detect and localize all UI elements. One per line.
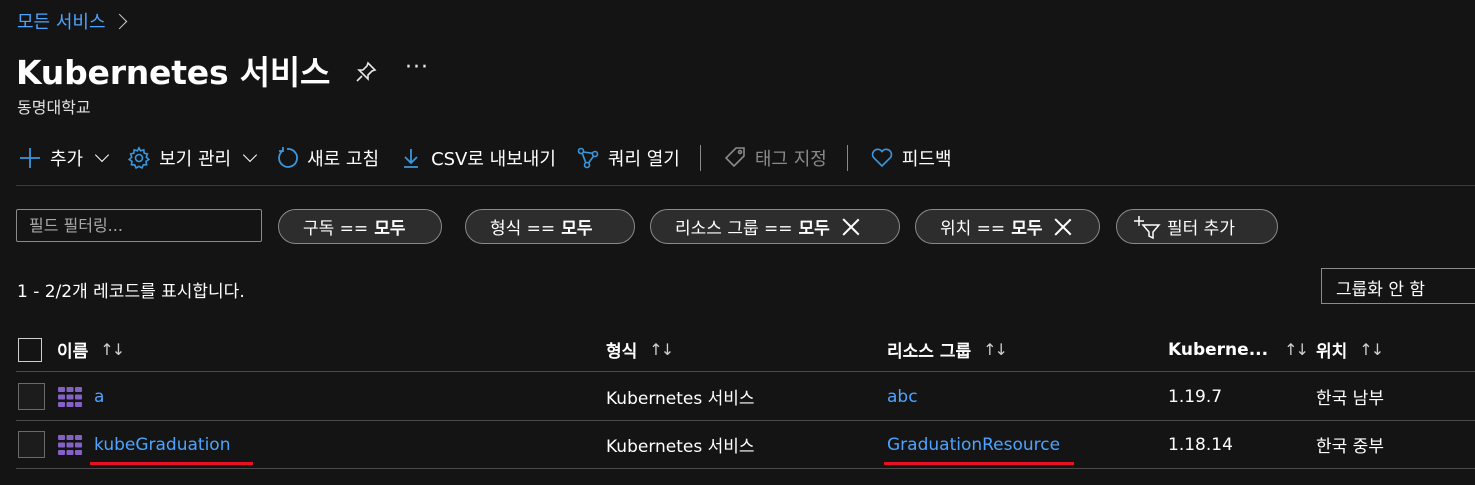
name-cell: a (56, 373, 104, 420)
gear-icon (128, 146, 151, 170)
column-header-location[interactable]: 위치 ↑↓ (1316, 328, 1384, 371)
breadcrumb: 모든 서비스 (17, 8, 127, 34)
sort-icon: ↑↓ (649, 340, 674, 359)
pin-icon[interactable] (354, 60, 378, 84)
command-bar: 추가 보기 관리 새로 고침 CSV로 내보내기 쿼리 열기 태그 지정 피드백 (18, 142, 972, 174)
close-icon[interactable] (1054, 218, 1072, 236)
resource-group-cell: GraduationResource (887, 421, 1060, 468)
row-select-cell (18, 421, 45, 468)
table-header: 이름 ↑↓ 형식 ↑↓ 리소스 그룹 ↑↓ Kuberne... ↑↓ 위치 ↑… (16, 328, 1475, 372)
filter-location-label: 위치 == (940, 219, 1006, 239)
filter-type-label: 형식 == (490, 219, 556, 239)
filter-pill-resource-group[interactable]: 리소스 그룹 == 모두 (650, 209, 900, 244)
resource-name-link[interactable]: kubeGraduation (94, 435, 230, 455)
resource-group-link[interactable]: abc (887, 387, 918, 407)
type-cell: Kubernetes 서비스 (606, 389, 755, 409)
filter-resource-group-value: 모두 (798, 219, 830, 239)
add-filter-button[interactable]: 필터 추가 (1116, 209, 1278, 244)
name-cell: kubeGraduation (56, 421, 230, 468)
filter-subscription-value: 모두 (374, 219, 406, 239)
version-cell: 1.18.14 (1168, 434, 1233, 455)
version-cell: 1.19.7 (1168, 386, 1223, 407)
query-graph-icon (577, 147, 599, 169)
assign-tags-button[interactable]: 태그 지정 (723, 145, 827, 171)
sort-icon: ↑↓ (1359, 340, 1384, 359)
breadcrumb-all-services[interactable]: 모든 서비스 (17, 8, 106, 34)
open-query-label: 쿼리 열기 (607, 149, 680, 170)
feedback-button[interactable]: 피드백 (870, 145, 952, 171)
export-csv-button[interactable]: CSV로 내보내기 (399, 145, 556, 171)
filter-resource-group-label: 리소스 그룹 == (675, 219, 793, 239)
chevron-down-icon (243, 147, 258, 163)
feedback-label: 피드백 (901, 149, 952, 170)
refresh-icon (278, 147, 299, 168)
toolbar-divider (846, 145, 848, 171)
add-filter-label: 필터 추가 (1167, 219, 1235, 239)
annotation-underline (90, 462, 253, 465)
refresh-button[interactable]: 새로 고침 (275, 145, 379, 171)
manage-view-label: 보기 관리 (159, 149, 232, 170)
toolbar-divider-line (16, 185, 1475, 186)
add-button[interactable]: 추가 (18, 145, 110, 171)
table-row[interactable]: a Kubernetes 서비스 abc 1.19.7 한국 남부 (16, 373, 1475, 421)
sort-icon: ↑↓ (100, 340, 125, 359)
assign-tags-label: 태그 지정 (754, 149, 827, 170)
tag-icon (724, 147, 745, 168)
records-count: 1 - 2/2개 레코드를 표시합니다. (17, 282, 245, 302)
row-checkbox[interactable] (18, 431, 45, 458)
column-header-kubernetes-version[interactable]: Kuberne... ↑↓ (1168, 328, 1309, 371)
location-cell: 한국 중부 (1316, 437, 1384, 457)
filter-subscription-label: 구독 == (303, 219, 369, 239)
filter-pill-location[interactable]: 위치 == 모두 (915, 209, 1100, 244)
resource-group-link[interactable]: GraduationResource (887, 435, 1060, 455)
close-icon[interactable] (842, 218, 860, 236)
column-header-name[interactable]: 이름 ↑↓ (57, 328, 125, 371)
column-header-type[interactable]: 형식 ↑↓ (606, 328, 674, 371)
annotation-underline (884, 462, 1074, 465)
resource-name-link[interactable]: a (94, 387, 104, 407)
add-filter-icon (1134, 215, 1161, 239)
chevron-down-icon (95, 147, 110, 163)
refresh-label: 새로 고침 (307, 149, 380, 170)
type-cell: Kubernetes 서비스 (606, 437, 755, 457)
toolbar-divider (699, 145, 701, 171)
filter-pill-subscription[interactable]: 구독 == 모두 (278, 209, 442, 244)
heart-icon (871, 148, 893, 168)
more-options-button[interactable]: ··· (405, 55, 429, 80)
location-cell: 한국 남부 (1316, 389, 1384, 409)
filter-pill-type[interactable]: 형식 == 모두 (465, 209, 635, 244)
manage-view-button[interactable]: 보기 관리 (127, 145, 258, 171)
export-csv-label: CSV로 내보내기 (431, 149, 556, 170)
page-title: Kubernetes 서비스 (16, 53, 331, 92)
open-query-button[interactable]: 쿼리 열기 (576, 145, 680, 171)
chevron-right-icon (111, 13, 127, 29)
download-icon (404, 149, 419, 168)
page-subtitle: 동명대학교 (17, 98, 91, 117)
sort-icon: ↑↓ (983, 340, 1008, 359)
sort-icon: ↑↓ (1284, 340, 1309, 359)
column-header-resource-group[interactable]: 리소스 그룹 ↑↓ (887, 328, 1008, 371)
kubernetes-service-icon (58, 386, 82, 407)
filter-type-value: 모두 (561, 219, 593, 239)
plus-icon (20, 148, 40, 168)
filter-field-input[interactable] (16, 209, 262, 242)
filter-location-value: 모두 (1011, 219, 1043, 239)
grouping-select[interactable]: 그룹화 안 함 (1321, 268, 1475, 304)
kubernetes-service-icon (58, 434, 82, 455)
resource-group-cell: abc (887, 373, 918, 420)
row-checkbox[interactable] (18, 383, 45, 410)
select-all-cell (18, 328, 42, 371)
select-all-checkbox[interactable] (18, 337, 42, 362)
add-label: 추가 (50, 149, 84, 170)
row-select-cell (18, 373, 45, 420)
